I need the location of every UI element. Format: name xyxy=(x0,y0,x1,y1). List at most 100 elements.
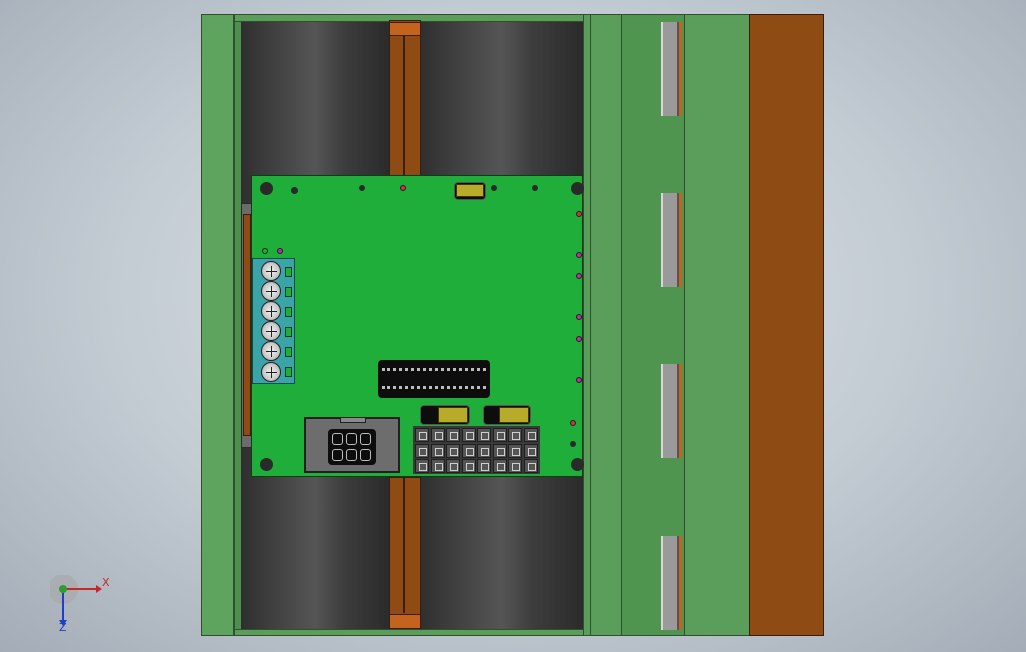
terminal-grid-cell xyxy=(492,459,507,473)
terminal-grid-cell xyxy=(415,459,429,473)
terminal-grid-cell xyxy=(492,428,507,442)
capacitor-mid-1 xyxy=(438,407,468,423)
power-pin xyxy=(346,449,357,461)
left-side-rail xyxy=(201,14,234,636)
copper-bar-bottom-groove xyxy=(403,477,405,613)
copper-bar-top-cap xyxy=(389,22,421,36)
power-connector-housing xyxy=(304,417,400,473)
terminal-grid-cell xyxy=(446,443,460,458)
terminal-grid-cell xyxy=(492,443,507,458)
terminal-grid-cell xyxy=(523,459,538,473)
via-hole xyxy=(532,185,538,191)
mount-hole-tr xyxy=(571,182,584,195)
via-hole xyxy=(570,441,576,447)
slot-2-mark xyxy=(679,193,682,287)
terminal-grid-cell xyxy=(523,428,538,442)
terminal-grid-cell xyxy=(415,443,429,458)
slot-3-mark xyxy=(679,364,682,458)
terminal-grid-cell xyxy=(508,459,522,473)
via-pad xyxy=(576,314,582,320)
screw-terminal-4[interactable] xyxy=(261,321,281,341)
mount-hole-tl xyxy=(260,182,273,195)
pin-header xyxy=(378,360,490,398)
via-hole xyxy=(359,185,365,191)
power-pin xyxy=(360,449,371,461)
power-pin xyxy=(332,449,343,461)
screw-cross-v xyxy=(271,346,272,357)
via-pad xyxy=(576,336,582,342)
via-hole xyxy=(491,185,497,191)
screw-terminal-2[interactable] xyxy=(261,281,281,301)
x-axis-label: X xyxy=(102,576,110,589)
power-connector-latch xyxy=(340,417,366,423)
slot-2 xyxy=(661,193,679,287)
via-pad xyxy=(262,248,268,254)
terminal-grid-cell xyxy=(430,459,445,473)
terminal-wire-entry xyxy=(285,367,292,377)
terminal-grid-cell xyxy=(461,428,476,442)
copper-bar-top-groove xyxy=(403,36,405,176)
screw-terminal-3[interactable] xyxy=(261,301,281,321)
terminal-grid-cell xyxy=(415,428,429,442)
copper-bar-bottom xyxy=(389,477,421,629)
screw-cross-v xyxy=(271,326,272,337)
screw-terminal-6[interactable] xyxy=(261,362,281,382)
left-bracket-strip xyxy=(243,214,251,436)
capacitor-top xyxy=(456,184,484,197)
power-connector-socket xyxy=(328,429,376,465)
terminal-grid-cell xyxy=(477,443,491,458)
terminal-grid-cell xyxy=(508,428,522,442)
power-pin xyxy=(332,433,343,445)
terminal-wire-entry xyxy=(285,307,292,317)
screw-cross-v xyxy=(271,367,272,378)
via-pad xyxy=(570,420,576,426)
terminal-grid-cell xyxy=(461,443,476,458)
terminal-wire-entry xyxy=(285,327,292,337)
power-pin xyxy=(360,433,371,445)
slot-1-mark xyxy=(679,22,682,116)
terminal-wire-entry xyxy=(285,267,292,277)
terminal-grid-cell xyxy=(523,443,538,458)
via-pad xyxy=(576,211,582,217)
right-rail-3 xyxy=(684,14,750,636)
mount-hole-br xyxy=(571,458,584,471)
right-rail-1 xyxy=(590,14,622,636)
terminal-grid-cell xyxy=(508,443,522,458)
power-pin xyxy=(346,433,357,445)
capacitor-mid-2 xyxy=(499,407,529,423)
copper-bar-top xyxy=(389,20,421,176)
screw-terminal-5[interactable] xyxy=(261,341,281,361)
copper-bar-bottom-cap xyxy=(389,614,421,629)
via-pad xyxy=(400,185,406,191)
header-row-bottom xyxy=(382,386,486,389)
terminal-grid-cell xyxy=(477,459,491,473)
terminal-grid-cell xyxy=(446,459,460,473)
terminal-grid-cell xyxy=(461,459,476,473)
left-inner-edge xyxy=(234,20,241,630)
terminal-wire-entry xyxy=(285,347,292,357)
terminal-grid-cell xyxy=(430,443,445,458)
mount-hole-bl xyxy=(260,458,273,471)
terminal-grid-cell xyxy=(430,428,445,442)
screw-cross-v xyxy=(271,266,272,277)
pcb-board[interactable] xyxy=(251,175,584,477)
slot-1 xyxy=(661,22,679,116)
screw-cross-v xyxy=(271,306,272,317)
slot-4 xyxy=(661,536,679,630)
copper-end-block xyxy=(749,14,824,636)
slot-4-mark xyxy=(679,536,682,630)
z-axis-label: Z xyxy=(59,621,67,634)
terminal-grid-cell xyxy=(446,428,460,442)
via-pad xyxy=(576,252,582,258)
header-row-top xyxy=(382,368,486,371)
via-pad xyxy=(277,248,283,254)
screw-terminal-1[interactable] xyxy=(261,261,281,281)
via-hole xyxy=(291,187,298,194)
via-pad xyxy=(576,273,582,279)
via-pad xyxy=(576,377,582,383)
terminal-wire-entry xyxy=(285,287,292,297)
terminal-grid-cell xyxy=(477,428,491,442)
terminal-grid xyxy=(413,426,540,474)
screw-cross-v xyxy=(271,286,272,297)
slot-3 xyxy=(661,364,679,458)
